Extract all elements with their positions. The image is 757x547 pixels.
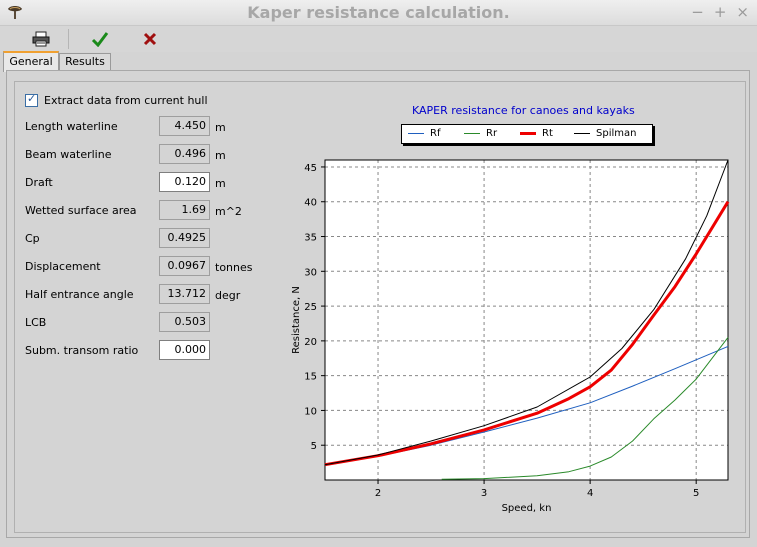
wetted-surface-area-field: 1.69 xyxy=(159,200,210,220)
row-wetted-surface-area: Wetted surface area 1.69 m^2 xyxy=(25,200,255,220)
checkmark-icon xyxy=(91,32,109,47)
toolbar xyxy=(0,26,757,52)
field-label: Cp xyxy=(25,232,40,245)
legend-item-rt: Rt xyxy=(520,128,553,139)
y-tick-label: 5 xyxy=(311,441,317,452)
y-tick-label: 20 xyxy=(304,337,317,348)
row-cp: Cp 0.4925 xyxy=(25,228,255,248)
unit-label: m xyxy=(215,121,226,134)
plot-area xyxy=(325,160,728,480)
legend-label: Rt xyxy=(542,128,553,139)
y-tick-label: 35 xyxy=(304,233,317,244)
field-label: Wetted surface area xyxy=(25,204,137,217)
legend-swatch xyxy=(574,133,590,134)
cp-field: 0.4925 xyxy=(159,228,210,248)
x-tick-label: 5 xyxy=(693,488,699,499)
row-length-waterline: Length waterline 4.450 m xyxy=(25,116,255,136)
x-tick-label: 3 xyxy=(481,488,487,499)
chart-title: KAPER resistance for canoes and kayaks xyxy=(412,104,635,117)
field-label: Half entrance angle xyxy=(25,288,134,301)
y-tick-label: 10 xyxy=(304,406,317,417)
toolbar-separator xyxy=(68,29,69,49)
printer-icon xyxy=(32,31,50,47)
y-tick-label: 25 xyxy=(304,302,317,313)
resistance-chart: 2 3 4 551015202530354045Speed, knResistance… xyxy=(291,159,730,514)
minimize-icon[interactable]: − xyxy=(691,3,704,21)
legend-label: Rf xyxy=(430,128,441,139)
legend-item-rr: Rr xyxy=(464,128,497,139)
half-entrance-angle-field: 13.712 xyxy=(159,284,210,304)
y-tick-label: 30 xyxy=(304,267,317,278)
maximize-icon[interactable]: + xyxy=(714,3,727,21)
draft-input[interactable]: 0.120 xyxy=(159,172,210,192)
unit-label: m xyxy=(215,149,226,162)
displacement-field: 0.0967 xyxy=(159,256,210,276)
row-lcb: LCB 0.503 xyxy=(25,312,255,332)
extract-data-checkbox-row[interactable]: ✓ Extract data from current hull xyxy=(25,92,208,107)
field-label: Draft xyxy=(25,176,53,189)
x-icon xyxy=(143,32,157,46)
extract-data-checkbox[interactable]: ✓ xyxy=(25,92,38,107)
legend-swatch xyxy=(408,133,424,134)
row-beam-waterline: Beam waterline 0.496 m xyxy=(25,144,255,164)
length-waterline-field: 4.450 xyxy=(159,116,210,136)
check-icon: ✓ xyxy=(27,92,37,105)
legend-item-rf: Rf xyxy=(408,128,440,139)
beam-waterline-field: 0.496 xyxy=(159,144,210,164)
title-bar: Kaper resistance calculation. − + × xyxy=(0,0,757,26)
field-label: Subm. transom ratio xyxy=(25,344,139,357)
x-axis-label: Speed, kn xyxy=(502,503,552,514)
y-tick-label: 40 xyxy=(304,198,317,209)
x-tick-label: 2 xyxy=(375,488,381,499)
chart-legend: Rf Rr Rt Spilman xyxy=(401,124,653,144)
lcb-field: 0.503 xyxy=(159,312,210,332)
field-label: Length waterline xyxy=(25,120,118,133)
window-title: Kaper resistance calculation. xyxy=(247,3,510,22)
cancel-button[interactable] xyxy=(139,29,161,49)
tab-results[interactable]: Results xyxy=(59,53,111,70)
extract-data-label: Extract data from current hull xyxy=(44,94,208,107)
y-axis-label: Resistance, N xyxy=(291,286,302,354)
row-subm-transom-ratio: Subm. transom ratio 0.000 xyxy=(25,340,255,360)
field-label: LCB xyxy=(25,316,47,329)
field-label: Beam waterline xyxy=(25,148,112,161)
ok-button[interactable] xyxy=(89,29,111,49)
row-displacement: Displacement 0.0967 tonnes xyxy=(25,256,255,276)
row-draft: Draft 0.120 m xyxy=(25,172,255,192)
legend-swatch xyxy=(464,133,480,134)
unit-label: m xyxy=(215,177,226,190)
legend-label: Rr xyxy=(486,128,498,139)
y-tick-label: 45 xyxy=(304,163,317,174)
legend-item-spilman: Spilman xyxy=(574,128,636,139)
x-tick-label: 4 xyxy=(587,488,593,499)
row-half-entrance-angle: Half entrance angle 13.712 degr xyxy=(25,284,255,304)
unit-label: tonnes xyxy=(215,261,253,274)
print-button[interactable] xyxy=(30,29,52,49)
y-tick-label: 15 xyxy=(304,372,317,383)
tab-general[interactable]: General xyxy=(3,51,59,72)
legend-swatch xyxy=(520,132,536,135)
field-label: Displacement xyxy=(25,260,101,273)
tab-strip: General Results xyxy=(0,51,757,72)
subm-transom-ratio-input[interactable]: 0.000 xyxy=(159,340,210,360)
unit-label: degr xyxy=(215,289,241,302)
close-icon[interactable]: × xyxy=(736,3,749,21)
legend-label: Spilman xyxy=(596,128,637,139)
unit-label: m^2 xyxy=(215,205,242,218)
